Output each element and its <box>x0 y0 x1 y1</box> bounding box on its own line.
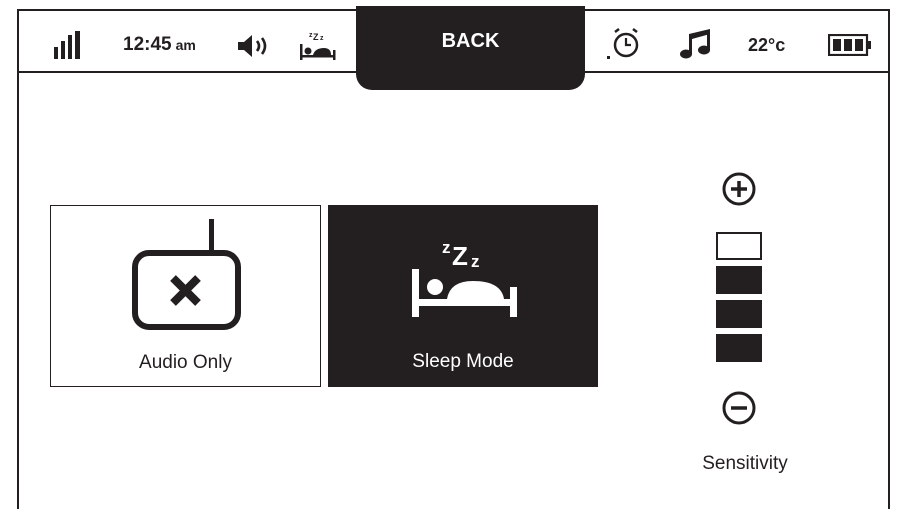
plus-circle-icon[interactable] <box>722 172 756 206</box>
sensitivity-level-1[interactable] <box>716 334 762 362</box>
svg-text:z: z <box>471 252 480 271</box>
sensitivity-level-2[interactable] <box>716 300 762 328</box>
svg-text:Z: Z <box>313 32 319 42</box>
svg-text:z: z <box>320 35 324 42</box>
audio-only-button[interactable]: Audio Only <box>50 205 321 387</box>
svg-text:Z: Z <box>452 241 468 271</box>
alarm-clock-icon <box>607 28 639 59</box>
sensitivity-level-3[interactable] <box>716 266 762 294</box>
sleep-bed-icon: z Z z <box>412 238 517 317</box>
sensitivity-level-4[interactable] <box>716 232 762 260</box>
signal-strength-icon <box>54 31 80 59</box>
back-button[interactable]: BACK <box>356 6 585 90</box>
svg-text:z: z <box>442 238 451 257</box>
clock-time: 12:45 am <box>123 28 196 62</box>
audio-only-label: Audio Only <box>139 352 232 373</box>
no-video-monitor-icon <box>132 219 241 330</box>
frame-left-border <box>17 10 19 509</box>
clock-time-suffix: am <box>175 37 196 53</box>
battery-icon <box>828 34 871 56</box>
sleep-mode-label: Sleep Mode <box>412 351 514 372</box>
music-note-icon <box>680 29 710 59</box>
sleep-mode-icon: z Z z <box>300 32 336 60</box>
back-button-label: BACK <box>441 30 500 52</box>
temperature-readout: 22°c <box>748 34 786 55</box>
sleep-mode-button[interactable]: z Z z Sleep Mode <box>328 205 598 387</box>
minus-circle-icon[interactable] <box>722 391 756 425</box>
sensitivity-label: Sensitivity <box>702 453 788 474</box>
speaker-volume-icon <box>238 35 267 57</box>
frame-right-border <box>888 10 890 509</box>
clock-time-value: 12:45 <box>123 34 172 55</box>
